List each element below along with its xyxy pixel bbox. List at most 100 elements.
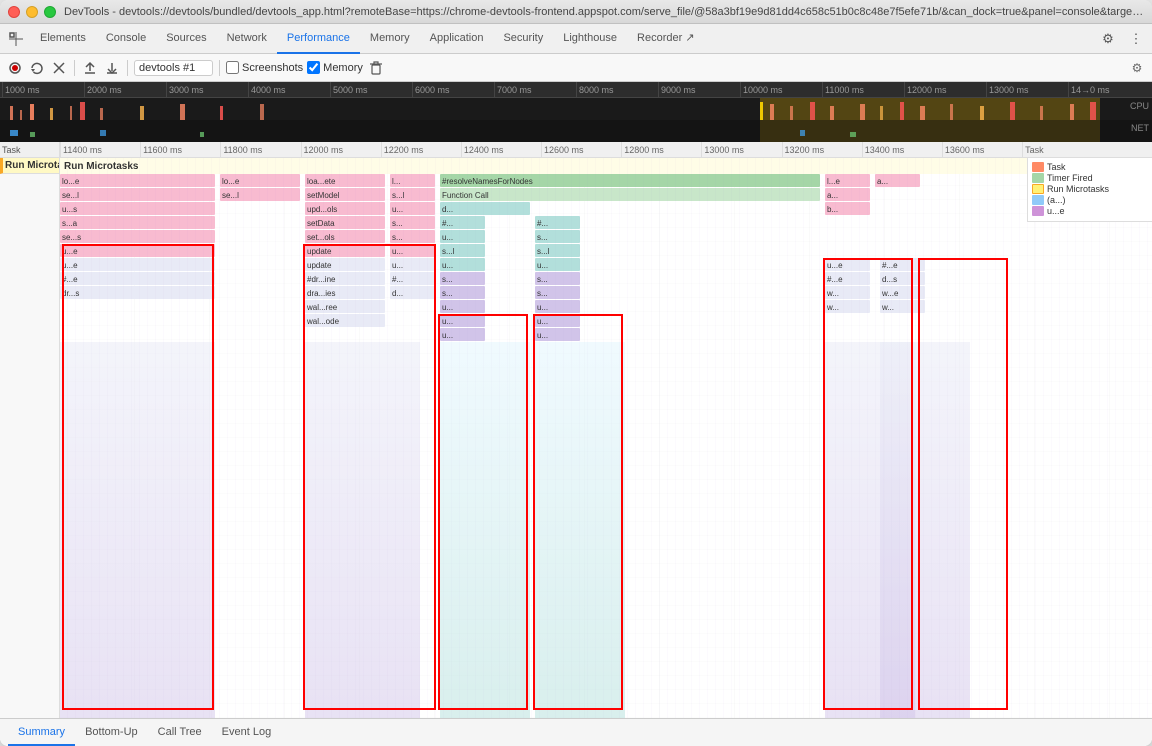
- left-labels: Run Microtasks: [0, 158, 60, 718]
- traffic-lights: [8, 6, 56, 18]
- tab-console[interactable]: Console: [96, 24, 156, 54]
- legend-task: Task: [1032, 162, 1148, 172]
- devtools-window: DevTools - devtools://devtools/bundled/d…: [0, 0, 1152, 746]
- legend-runmicrotasks-label: Run Microtasks: [1047, 184, 1109, 194]
- legend-timerfired: Timer Fired: [1032, 173, 1148, 183]
- net-chart: [0, 120, 1152, 142]
- cpu-overview: CPU: [0, 98, 1152, 120]
- tab-bottom-up[interactable]: Bottom-Up: [75, 720, 148, 746]
- flame-chart-area: Run Microtasks: [0, 158, 1152, 718]
- screenshots-checkbox[interactable]: [226, 61, 239, 74]
- ruler-mark-9000: 9000 ms: [658, 82, 740, 97]
- legend-ue-color: [1032, 206, 1044, 216]
- tab-memory[interactable]: Memory: [360, 24, 420, 54]
- clear-icon[interactable]: [50, 59, 68, 77]
- column-blocks: [60, 158, 1152, 718]
- zoom-mark-11: 13400 ms: [862, 142, 942, 157]
- zoom-mark-7: 12600 ms: [541, 142, 621, 157]
- legend-a-color: [1032, 195, 1044, 205]
- sep1: [74, 60, 75, 76]
- more-options-icon[interactable]: ⋮: [1124, 27, 1148, 51]
- legend-task-color: [1032, 162, 1044, 172]
- tab-recorder[interactable]: Recorder ↗: [627, 24, 705, 54]
- memory-checkbox[interactable]: [307, 61, 320, 74]
- ruler-mark-7000: 7000 ms: [494, 82, 576, 97]
- bottom-tabs: Summary Bottom-Up Call Tree Event Log: [0, 718, 1152, 746]
- ruler-mark-8000: 8000 ms: [576, 82, 658, 97]
- legend-ue: u...e: [1032, 206, 1148, 216]
- overview-timeline: 1000 ms 2000 ms 3000 ms 4000 ms 5000 ms …: [0, 82, 1152, 142]
- tab-performance[interactable]: Performance: [277, 24, 360, 54]
- ruler-mark-1000: 1000 ms: [2, 82, 84, 97]
- zoom-mark-10: 13200 ms: [782, 142, 862, 157]
- cpu-chart: [0, 98, 1152, 120]
- legend-panel: Task Timer Fired Run Microtasks (a...): [1027, 158, 1152, 222]
- net-label: NET: [1131, 123, 1149, 133]
- zoom-mark-3: 11800 ms: [220, 142, 300, 157]
- tab-elements[interactable]: Elements: [30, 24, 96, 54]
- tab-application[interactable]: Application: [420, 24, 494, 54]
- window-title: DevTools - devtools://devtools/bundled/d…: [64, 6, 1144, 18]
- upload-icon[interactable]: [81, 59, 99, 77]
- ruler-mark-11000: 11000 ms: [822, 82, 904, 97]
- ruler-mark-6000: 6000 ms: [412, 82, 494, 97]
- ruler-marks: 1000 ms 2000 ms 3000 ms 4000 ms 5000 ms …: [0, 82, 1152, 97]
- toolbar-right: ⚙ ⋮: [1096, 27, 1148, 51]
- cpu-label: CPU: [1130, 101, 1149, 111]
- tab-lighthouse[interactable]: Lighthouse: [553, 24, 627, 54]
- legend-a: (a...): [1032, 195, 1148, 205]
- minimize-button[interactable]: [26, 6, 38, 18]
- ruler-mark-14000: 14→0 ms: [1068, 82, 1150, 97]
- ruler-mark-12000: 12000 ms: [904, 82, 986, 97]
- legend-runmicrotasks: Run Microtasks: [1032, 184, 1148, 194]
- ruler-mark-2000: 2000 ms: [84, 82, 166, 97]
- devtools-toolbar: Elements Console Sources Network Perform…: [0, 24, 1152, 54]
- label-run-microtasks: Run Microtasks: [0, 158, 59, 174]
- zoom-mark-8: 12800 ms: [621, 142, 701, 157]
- flame-chart-content[interactable]: Run Microtasks lo...e lo...e loa...ete l…: [60, 158, 1152, 718]
- reload-record-icon[interactable]: [28, 59, 46, 77]
- target-select[interactable]: devtools #1: [134, 60, 213, 76]
- memory-checkbox-label[interactable]: Memory: [307, 61, 363, 74]
- title-bar: DevTools - devtools://devtools/bundled/d…: [0, 0, 1152, 24]
- trash-icon[interactable]: [367, 59, 385, 77]
- zoom-ruler: Task 11400 ms 11600 ms 11800 ms 12000 ms…: [0, 142, 1152, 158]
- zoom-mark-6: 12400 ms: [461, 142, 541, 157]
- tab-network[interactable]: Network: [217, 24, 277, 54]
- tab-security[interactable]: Security: [493, 24, 553, 54]
- settings2-icon[interactable]: ⚙: [1128, 59, 1146, 77]
- zoom-mark-5: 12200 ms: [381, 142, 461, 157]
- record-icon[interactable]: [6, 59, 24, 77]
- task-col-left: Task: [0, 142, 60, 157]
- ruler-mark-10000: 10000 ms: [740, 82, 822, 97]
- settings-icon[interactable]: ⚙: [1096, 27, 1120, 51]
- inspect-icon[interactable]: [4, 27, 28, 51]
- ruler-mark-13000: 13000 ms: [986, 82, 1068, 97]
- zoom-mark-1: 11400 ms: [60, 142, 140, 157]
- main-content: 1000 ms 2000 ms 3000 ms 4000 ms 5000 ms …: [0, 82, 1152, 746]
- close-button[interactable]: [8, 6, 20, 18]
- legend-a-label: (a...): [1047, 195, 1066, 205]
- ruler-mark-4000: 4000 ms: [248, 82, 330, 97]
- zoom-mark-12: 13600 ms: [942, 142, 1022, 157]
- legend-task-label: Task: [1047, 162, 1066, 172]
- tab-call-tree[interactable]: Call Tree: [148, 720, 212, 746]
- tab-sources[interactable]: Sources: [156, 24, 216, 54]
- tab-summary[interactable]: Summary: [8, 720, 75, 746]
- zoom-mark-task: Task: [1022, 142, 1152, 157]
- zoom-ruler-marks: 11400 ms 11600 ms 11800 ms 12000 ms 1220…: [60, 142, 1152, 157]
- legend-ue-label: u...e: [1047, 206, 1065, 216]
- legend-runmicrotasks-color: [1032, 184, 1044, 194]
- timeline-ruler: 1000 ms 2000 ms 3000 ms 4000 ms 5000 ms …: [0, 82, 1152, 98]
- nav-tabs: Elements Console Sources Network Perform…: [30, 24, 1094, 53]
- ruler-mark-3000: 3000 ms: [166, 82, 248, 97]
- tab-event-log[interactable]: Event Log: [212, 720, 282, 746]
- sep2: [127, 60, 128, 76]
- maximize-button[interactable]: [44, 6, 56, 18]
- net-overview: NET: [0, 120, 1152, 142]
- screenshots-checkbox-label[interactable]: Screenshots: [226, 61, 303, 74]
- zoom-mark-4: 12000 ms: [301, 142, 381, 157]
- download-icon[interactable]: [103, 59, 121, 77]
- legend-timerfired-color: [1032, 173, 1044, 183]
- ruler-mark-5000: 5000 ms: [330, 82, 412, 97]
